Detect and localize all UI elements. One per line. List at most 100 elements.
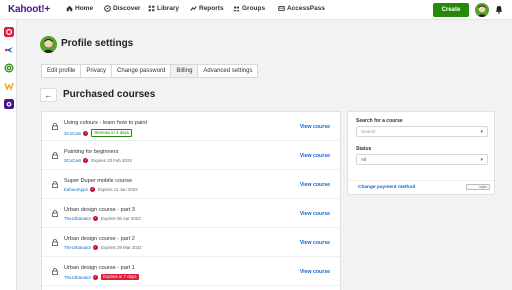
view-course-link[interactable]: View course [300, 124, 330, 130]
course-title: Painting for beginners [64, 149, 119, 155]
nav-groups[interactable]: Groups [233, 5, 265, 12]
lock-icon [52, 123, 58, 130]
verified-icon: ✓ [89, 187, 95, 192]
purchased-courses-list: Using colours - learn how to paint 3CoCa… [41, 111, 341, 290]
course-title: Urban design course - part 2 [64, 236, 135, 242]
search-label: Search for a course [356, 118, 403, 124]
expiry-date: Expires 06 Apr 2022 [101, 216, 141, 221]
course-author[interactable]: TheUrbanator [64, 245, 91, 250]
avatar[interactable] [475, 3, 489, 17]
status-value: All [361, 157, 367, 162]
user-avatar-icon [477, 5, 487, 17]
tab-change-password[interactable]: Change password [111, 64, 172, 78]
user-avatar-icon [42, 38, 55, 53]
back-button[interactable]: ← [40, 88, 57, 102]
nav-accesspass[interactable]: AccessPass [278, 5, 325, 12]
app-switcher-rail [0, 20, 17, 290]
change-payment-method-link[interactable]: Change payment method [358, 185, 415, 190]
lock-icon [52, 268, 58, 275]
kahoot-app-icon[interactable] [4, 27, 14, 37]
course-title: Urban design course - part 1 [64, 265, 135, 271]
status-label: Status [356, 146, 372, 152]
lock-icon [52, 181, 58, 188]
list-item: Super Duper mobile course KahootApps ✓ E… [42, 170, 340, 199]
verified-icon: ✓ [83, 158, 89, 163]
accesspass-icon [278, 5, 285, 12]
search-placeholder: Search [361, 129, 376, 134]
view-course-link[interactable]: View course [300, 211, 330, 217]
nav-reports[interactable]: Reports [190, 5, 224, 12]
stripe-badge: stripe [466, 184, 490, 190]
groups-icon [233, 6, 240, 12]
tab-privacy[interactable]: Privacy [80, 64, 113, 78]
expiry-date: Expires 23 Feb 2023 [91, 158, 132, 163]
globe-app-icon[interactable] [4, 63, 14, 73]
nav-library[interactable]: Library [148, 5, 179, 12]
view-course-link[interactable]: View course [300, 153, 330, 159]
top-navigation-bar: Kahoot!+ Home Discover Library Reports G… [0, 0, 512, 20]
kahoot-logo[interactable]: Kahoot!+ [8, 4, 50, 15]
lock-icon [52, 152, 58, 159]
nav-discover-label: Discover [113, 5, 141, 12]
status-badge: Expires in 7 days [101, 274, 139, 280]
nav-accesspass-label: AccessPass [287, 5, 325, 12]
verified-icon: ✓ [93, 216, 99, 221]
view-course-link[interactable]: View course [300, 182, 330, 188]
expiry-date: Expires 29 Mar 2022 [101, 245, 142, 250]
course-meta: TheUrbanator ✓ Expires 29 Mar 2022 [64, 245, 142, 250]
course-author[interactable]: TheUrbanator [64, 275, 91, 280]
course-meta: KahootApps ✓ Expires 11 Jun 2022 [64, 187, 138, 192]
expiry-date: Expires 11 Jun 2022 [97, 187, 138, 192]
status-badge: Renews in 2 days [91, 129, 132, 137]
tab-advanced-settings[interactable]: Advanced settings [197, 64, 259, 78]
sparkle-app-icon[interactable] [4, 45, 14, 55]
course-author[interactable]: 3CoCam [64, 131, 81, 136]
course-meta: 3CoCam ✓ Expires 23 Feb 2023 [64, 158, 132, 163]
list-item: Urban design course - part 3 TheUrbanato… [42, 199, 340, 228]
page-title: Profile settings [61, 38, 134, 49]
profile-avatar [40, 36, 57, 53]
nav-discover[interactable]: Discover [104, 5, 140, 12]
settings-tabs: Edit profile Privacy Change password Bil… [41, 64, 259, 78]
lock-icon [52, 239, 58, 246]
verified-icon: ✓ [93, 274, 99, 280]
course-title: Using colours - learn how to paint [64, 120, 148, 126]
course-author[interactable]: KahootApps [64, 187, 88, 192]
list-item: Painting for beginners 3CoCam ✓ Expires … [42, 141, 340, 170]
nav-home-label: Home [75, 5, 94, 12]
library-icon [148, 5, 155, 12]
nav-library-label: Library [157, 5, 180, 12]
lock-icon [52, 210, 58, 217]
create-button[interactable]: Create [433, 3, 469, 17]
course-title: Super Duper mobile course [64, 178, 133, 184]
list-item: Urban design course - part 2 TheUrbanato… [42, 228, 340, 257]
course-meta: TheUrbanator ✓ Expires 06 Apr 2022 [64, 216, 141, 221]
section-title: Purchased courses [63, 89, 156, 100]
bell-icon[interactable] [495, 5, 503, 14]
course-meta: TheUrbanator ✓ Expires in 7 days [64, 274, 139, 280]
chevron-down-icon: ▾ [480, 129, 483, 135]
nav-groups-label: Groups [242, 5, 266, 12]
course-author[interactable]: TheUrbanator [64, 216, 91, 221]
camera-app-icon[interactable] [4, 99, 14, 109]
status-select[interactable]: All ▾ [356, 154, 488, 165]
divider [348, 180, 494, 181]
verified-icon: ✓ [93, 245, 99, 250]
course-author[interactable]: 3CoCam [64, 158, 81, 163]
home-icon [66, 5, 73, 12]
chevron-down-icon: ▾ [480, 157, 483, 163]
w-app-icon[interactable] [4, 81, 14, 91]
course-title: Urban design course - part 3 [64, 207, 135, 213]
nav-home[interactable]: Home [66, 5, 93, 12]
nav-reports-label: Reports [199, 5, 224, 12]
verified-icon: ✓ [83, 130, 89, 136]
compass-icon [104, 5, 111, 12]
tab-billing[interactable]: Billing [170, 64, 199, 78]
list-item: Using colours - learn how to paint 3CoCa… [42, 112, 340, 141]
course-meta: 3CoCam ✓ Renews in 2 days [64, 129, 132, 137]
list-item: Urban design course - part 1 TheUrbanato… [42, 257, 340, 286]
tab-edit-profile[interactable]: Edit profile [41, 64, 82, 78]
view-course-link[interactable]: View course [300, 269, 330, 275]
search-input[interactable]: Search ▾ [356, 126, 488, 137]
view-course-link[interactable]: View course [300, 240, 330, 246]
